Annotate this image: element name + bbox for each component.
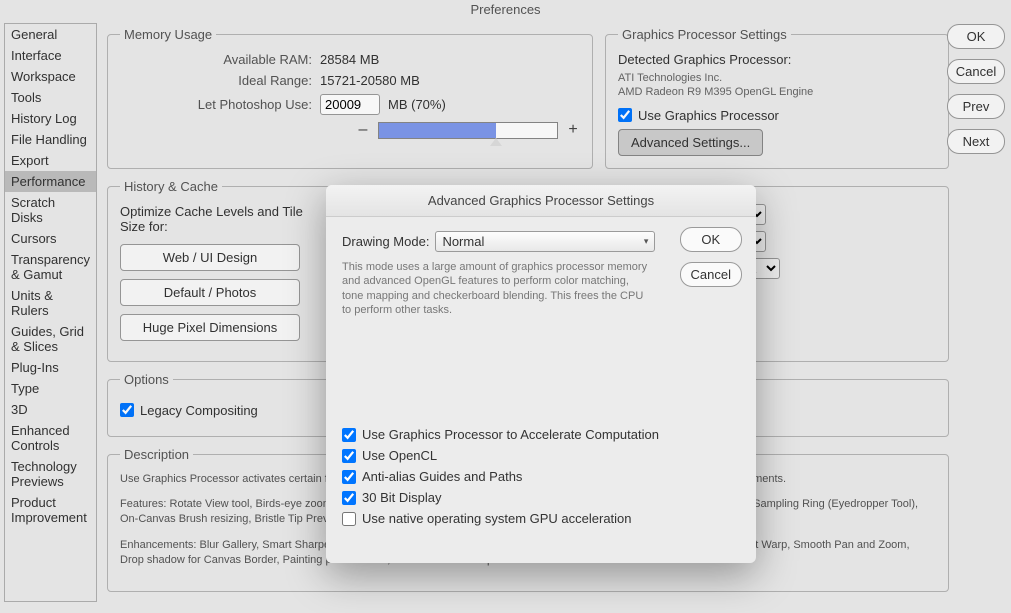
30bit-checkbox[interactable] (342, 491, 356, 505)
chevron-updown-icon: ▾ (644, 236, 649, 247)
accelerate-label: Use Graphics Processor to Accelerate Com… (362, 427, 659, 442)
opencl-label: Use OpenCL (362, 448, 437, 463)
antialias-checkbox[interactable] (342, 470, 356, 484)
dialog-cancel-button[interactable]: Cancel (680, 262, 742, 287)
drawing-mode-description: This mode uses a large amount of graphic… (342, 260, 652, 317)
drawing-mode-select[interactable]: Normal ▾ (435, 231, 655, 252)
dialog-title: Advanced Graphics Processor Settings (326, 185, 756, 217)
opencl-checkbox[interactable] (342, 449, 356, 463)
native-gpu-label: Use native operating system GPU accelera… (362, 511, 632, 526)
dialog-ok-button[interactable]: OK (680, 227, 742, 252)
drawing-mode-value: Normal (442, 234, 484, 249)
drawing-mode-label: Drawing Mode: (342, 234, 429, 249)
30bit-label: 30 Bit Display (362, 490, 441, 505)
accelerate-checkbox[interactable] (342, 428, 356, 442)
antialias-label: Anti-alias Guides and Paths (362, 469, 522, 484)
advanced-gpu-dialog: Advanced Graphics Processor Settings OK … (326, 185, 756, 563)
native-gpu-checkbox[interactable] (342, 512, 356, 526)
